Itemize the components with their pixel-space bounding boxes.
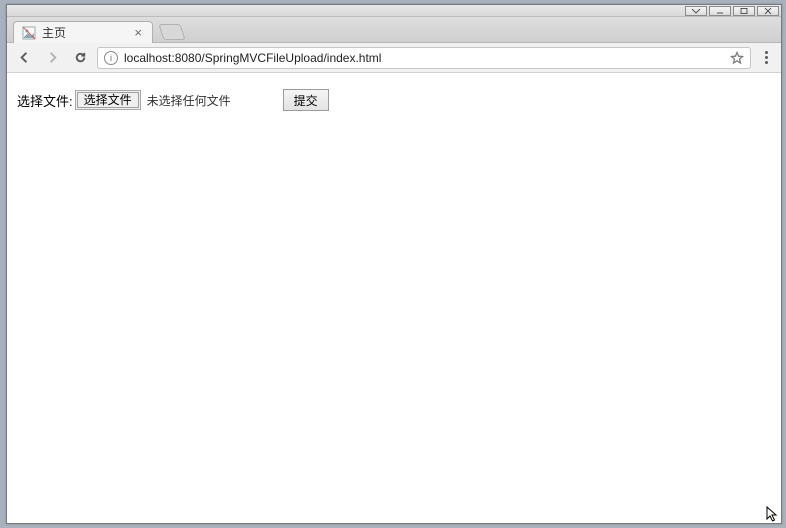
page-content: 选择文件: 选择文件 未选择任何文件 提交 [7,73,781,523]
window-close-button[interactable] [757,6,779,16]
window-dropdown-button[interactable] [685,6,707,16]
submit-button[interactable]: 提交 [283,89,329,111]
new-tab-button[interactable] [158,24,185,40]
site-info-icon[interactable]: i [104,51,118,65]
file-field-label: 选择文件: [17,91,73,110]
kebab-menu-icon [765,51,768,64]
address-bar[interactable]: i [97,47,751,69]
bookmark-star-icon[interactable] [730,51,744,65]
reload-button[interactable] [69,47,91,69]
upload-form: 选择文件: 选择文件 未选择任何文件 提交 [17,89,771,111]
forward-button[interactable] [41,47,63,69]
page-favicon-broken-icon [22,26,36,40]
tab-close-button[interactable]: × [132,26,144,39]
back-button[interactable] [13,47,35,69]
arrow-left-icon [17,50,32,65]
chevron-down-icon [691,7,701,15]
file-selected-status: 未选择任何文件 [147,92,231,109]
browser-menu-button[interactable] [757,47,775,69]
browser-toolbar: i [7,43,781,73]
window-minimize-button[interactable] [709,6,731,16]
tab-strip: 主页 × [7,17,781,43]
window-titlebar [7,5,781,17]
browser-window: 主页 × i 选择文件: 选择文件 [6,4,782,524]
reload-icon [73,50,88,65]
file-input[interactable]: 选择文件 [75,90,141,110]
browser-tab-active[interactable]: 主页 × [13,21,153,43]
minimize-icon [715,7,725,15]
maximize-icon [739,7,749,15]
choose-file-button[interactable]: 选择文件 [77,92,139,108]
close-icon [763,7,773,15]
url-input[interactable] [124,51,724,65]
arrow-right-icon [45,50,60,65]
tab-title: 主页 [42,24,132,41]
window-maximize-button[interactable] [733,6,755,16]
